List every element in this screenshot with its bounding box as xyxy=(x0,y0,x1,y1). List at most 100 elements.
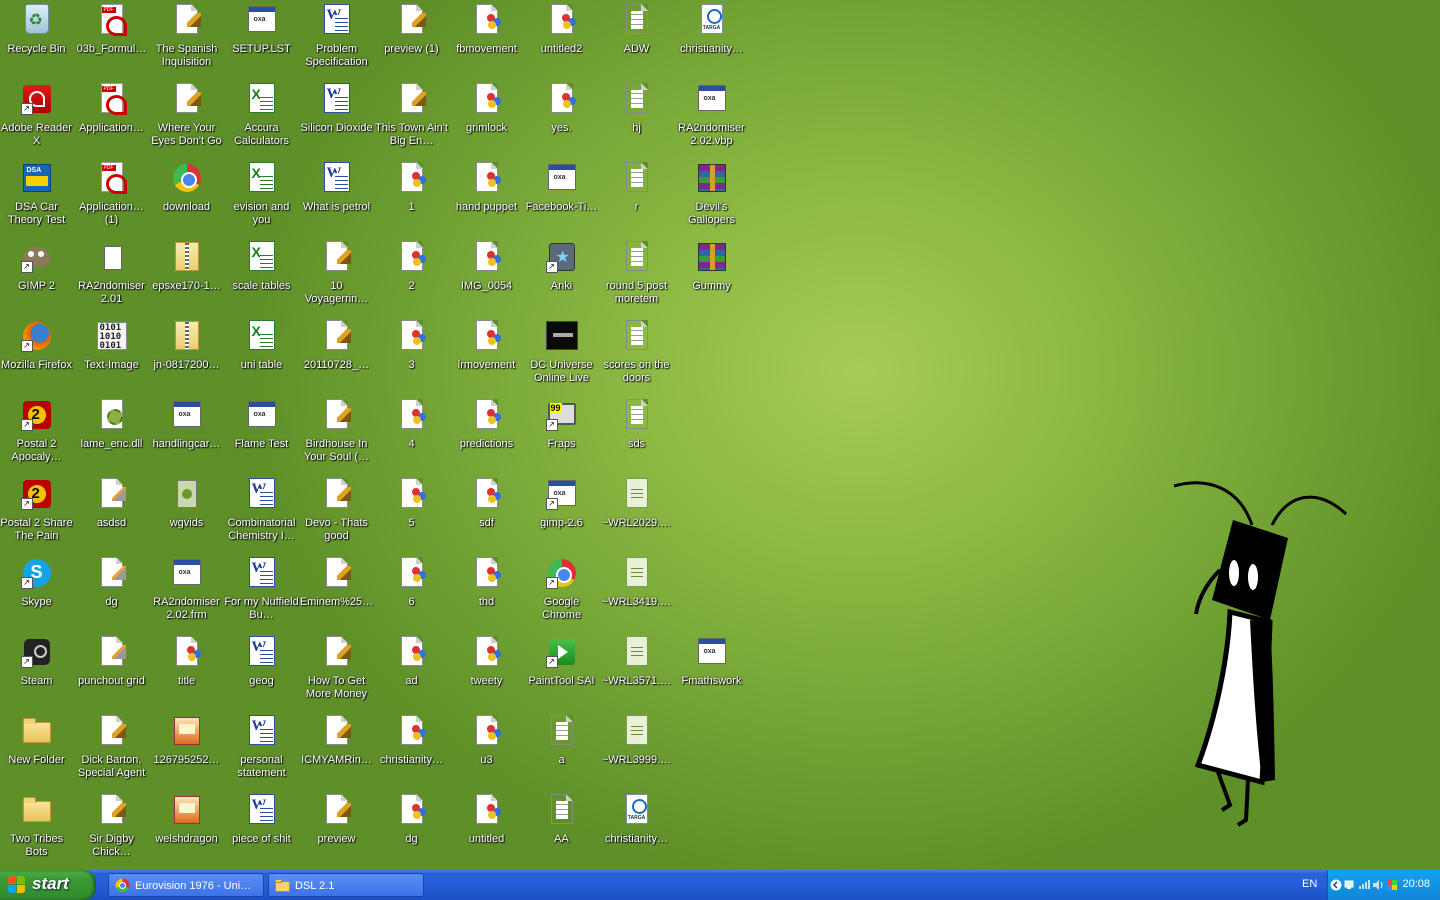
desktop-icon[interactable]: a xyxy=(524,713,599,767)
desktop-icon[interactable]: sds xyxy=(599,397,674,451)
desktop-icon[interactable]: ~WRL3571.… xyxy=(599,634,674,688)
desktop-icon[interactable]: Gummy xyxy=(674,239,749,293)
desktop-icon[interactable]: u3 xyxy=(449,713,524,767)
desktop-icon[interactable]: jn-0817200… xyxy=(149,318,224,372)
desktop-icon[interactable]: ~WRL3419.… xyxy=(599,555,674,609)
desktop-icon[interactable]: PDF 03b_Formul… xyxy=(74,2,149,56)
desktop-icon[interactable]: epsxe170-1… xyxy=(149,239,224,293)
desktop-icon[interactable]: PDF Application… (1) xyxy=(74,160,149,227)
desktop-icon[interactable]: ADW xyxy=(599,2,674,56)
desktop-icon[interactable]: christianity… xyxy=(374,713,449,767)
desktop-icon[interactable]: oxa RA2ndomiser 2.02.frm xyxy=(149,555,224,622)
desktop-icon[interactable]: W Silicon Dioxide xyxy=(299,81,374,135)
desktop-icon[interactable]: Sir Digby Chick… xyxy=(74,792,149,859)
desktop-icon[interactable]: How To Get More Money xyxy=(299,634,374,701)
desktop-icon[interactable]: tweety xyxy=(449,634,524,688)
desktop-icon[interactable]: preview (1) xyxy=(374,2,449,56)
desktop-icon[interactable]: W Combinatorial Chemistry I… xyxy=(224,476,299,543)
desktop-icon[interactable]: Xevision and you xyxy=(224,160,299,227)
desktop-icon[interactable]: oxa Fmathswork xyxy=(674,634,749,688)
desktop-icon[interactable]: W Problem Specification xyxy=(299,2,374,69)
desktop-icon[interactable]: oxa RA2ndomiser 2.02.vbp xyxy=(674,81,749,148)
desktop-icon[interactable]: oxa gimp-2.6 xyxy=(524,476,599,530)
desktop-icon[interactable]: welshdragon xyxy=(149,792,224,846)
desktop-icon[interactable]: untitled2 xyxy=(524,2,599,56)
desktop-icon[interactable]: 3 xyxy=(374,318,449,372)
desktop-icon[interactable]: preview xyxy=(299,792,374,846)
taskbar-item-dsl[interactable]: DSL 2.1 xyxy=(268,873,424,897)
desktop-icon[interactable]: grimlock xyxy=(449,81,524,135)
desktop-icon[interactable]: sdf xyxy=(449,476,524,530)
desktop-icon[interactable]: download xyxy=(149,160,224,214)
desktop-icon[interactable]: Xuni table xyxy=(224,318,299,372)
desktop-icon[interactable]: IMG_0054 xyxy=(449,239,524,293)
desktop-icon[interactable]: Wgeog xyxy=(224,634,299,688)
desktop-icon[interactable]: Recycle Bin xyxy=(0,2,74,56)
desktop-icon[interactable]: fbmovement xyxy=(449,2,524,56)
security-icon[interactable] xyxy=(1386,878,1398,890)
desktop-icon[interactable]: PDF Application… xyxy=(74,81,149,135)
desktop-icon[interactable]: Xscale tables xyxy=(224,239,299,293)
wireless-icon[interactable] xyxy=(1358,878,1370,890)
desktop-icon[interactable]: round 5 post moretem xyxy=(599,239,674,306)
desktop-icon[interactable]: W What is petrol xyxy=(299,160,374,214)
show-hidden-icons-chevron-icon[interactable] xyxy=(1330,878,1342,891)
desktop-icon[interactable]: Where Your Eyes Don't Go xyxy=(149,81,224,148)
desktop-icon[interactable]: GIMP 2 xyxy=(0,239,74,293)
desktop-icon[interactable]: Google Chrome xyxy=(524,555,599,622)
language-indicator[interactable]: EN xyxy=(1302,878,1317,890)
desktop-icon[interactable]: lame_enc.dll xyxy=(74,397,149,451)
desktop-icon[interactable]: Skype xyxy=(0,555,74,609)
desktop-icon[interactable]: asdsd xyxy=(74,476,149,530)
desktop-icon[interactable]: Steam xyxy=(0,634,74,688)
desktop-icon[interactable]: wgvids xyxy=(149,476,224,530)
desktop-icon[interactable]: Eminem%25… xyxy=(299,555,374,609)
desktop-icon[interactable]: Adobe Reader X xyxy=(0,81,74,148)
volume-icon[interactable] xyxy=(1372,878,1384,890)
taskbar-item-eurovision[interactable]: Eurovision 1976 - Uni… xyxy=(108,873,264,897)
desktop-icon[interactable]: dg xyxy=(74,555,149,609)
desktop-icon[interactable]: r xyxy=(599,160,674,214)
desktop-icon[interactable]: Wpersonal statement xyxy=(224,713,299,780)
desktop-icon[interactable]: 4 xyxy=(374,397,449,451)
desktop-icon[interactable]: ~WRL3999.… xyxy=(599,713,674,767)
desktop-icon[interactable]: 6 xyxy=(374,555,449,609)
desktop-icon[interactable]: New Folder xyxy=(0,713,74,767)
desktop-icon[interactable]: Birdhouse In Your Soul (… xyxy=(299,397,374,464)
desktop-icon[interactable]: punchout grid xyxy=(74,634,149,688)
desktop-icon[interactable]: ICMYAMRin… xyxy=(299,713,374,767)
desktop-icon[interactable]: DC Universe Online Live xyxy=(524,318,599,385)
desktop-icon[interactable]: RA2ndomiser 2.01 xyxy=(74,239,149,306)
desktop-icon[interactable]: oxa Flame Test xyxy=(224,397,299,451)
desktop-icon[interactable]: thd xyxy=(449,555,524,609)
desktop-icon[interactable]: 20110728_… xyxy=(299,318,374,372)
desktop-icon[interactable]: lrmovement xyxy=(449,318,524,372)
desktop-icon[interactable]: The Spanish Inquisition xyxy=(149,2,224,69)
network-icon[interactable] xyxy=(1344,878,1356,890)
desktop-icon[interactable]: 0101 1010 0101 Text-Image xyxy=(74,318,149,372)
desktop-icon[interactable]: This Town Ain't Big En… xyxy=(374,81,449,148)
desktop-icon[interactable]: ad xyxy=(374,634,449,688)
desktop-icon[interactable]: Postal 2 Share The Pain xyxy=(0,476,74,543)
desktop-icon[interactable]: 1 xyxy=(374,160,449,214)
desktop-icon[interactable]: oxa SETUP.LST xyxy=(224,2,299,56)
desktop-icon[interactable]: 2 xyxy=(374,239,449,293)
desktop-icon[interactable]: Postal 2 Apocaly… xyxy=(0,397,74,464)
desktop-icon[interactable]: Devil's Gallopers xyxy=(674,160,749,227)
desktop-icon[interactable]: oxa Facebook-Ti… xyxy=(524,160,599,214)
start-button[interactable]: start xyxy=(0,870,96,900)
desktop-icon[interactable]: DSA Car Theory Test xyxy=(0,160,74,227)
desktop-icon[interactable]: scores on the doors xyxy=(599,318,674,385)
desktop-icon[interactable]: untitled xyxy=(449,792,524,846)
clock[interactable]: 20:08 xyxy=(1402,878,1430,890)
desktop-icon[interactable]: oxa handlingcar… xyxy=(149,397,224,451)
desktop-icon[interactable]: predictions xyxy=(449,397,524,451)
desktop-icon[interactable]: hand puppet xyxy=(449,160,524,214)
desktop-icon[interactable]: PaintTool SAI xyxy=(524,634,599,688)
desktop-icon[interactable]: W For my Nuffield Bu… xyxy=(224,555,299,622)
desktop-icon[interactable]: ~WRL2029.… xyxy=(599,476,674,530)
desktop-icon[interactable]: Fraps xyxy=(524,397,599,451)
desktop-icon[interactable]: X Accura Calculators xyxy=(224,81,299,148)
desktop-icon[interactable]: yes. xyxy=(524,81,599,135)
desktop-icon[interactable]: christianity… xyxy=(599,792,674,846)
